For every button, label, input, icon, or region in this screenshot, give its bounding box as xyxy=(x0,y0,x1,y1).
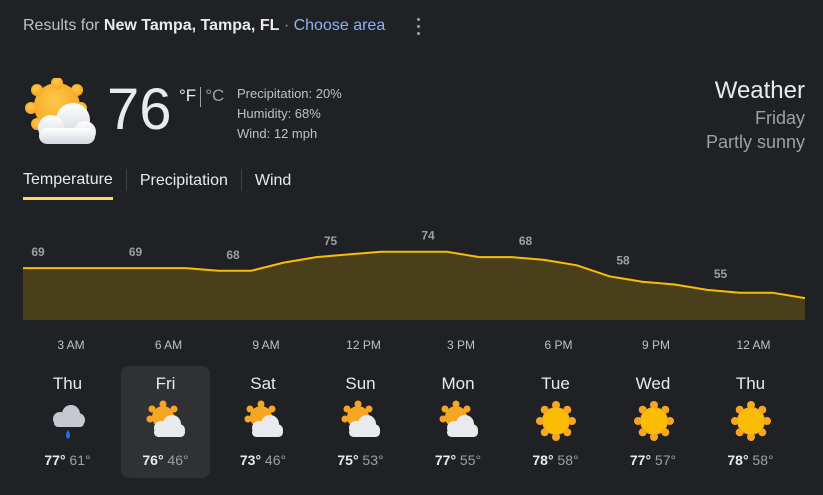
temperature-chart[interactable]: 69 69 68 75 74 68 58 55 3 AM 6 AM 9 AM 12 PM 3 PM 6 P… xyxy=(0,220,823,360)
wind-text: Wind: 12 mph xyxy=(237,126,318,141)
day-forecast-wed[interactable]: Wed 77° 57° xyxy=(609,366,698,478)
partly-sunny-icon xyxy=(25,78,96,144)
tab-divider xyxy=(125,169,127,191)
low-temp: 61° xyxy=(65,452,91,468)
weather-condition: Partly sunny xyxy=(705,132,805,152)
high-temp: 76° xyxy=(142,452,164,468)
showers-icon xyxy=(53,405,85,439)
weather-summary: Weather Friday Partly sunny xyxy=(706,76,805,154)
time-tick-label: 3 AM xyxy=(57,338,84,352)
low-temp: 55° xyxy=(456,452,482,468)
day-name: Sat xyxy=(250,374,276,393)
unit-toggle: °F °C xyxy=(179,86,224,107)
partly-sunny-icon xyxy=(439,400,478,437)
day-name: Thu xyxy=(735,374,766,393)
high-temp: 77° xyxy=(434,452,457,468)
day-temps: 77° 57° xyxy=(609,452,698,468)
low-temp: 53° xyxy=(358,452,384,468)
time-tick-label: 6 PM xyxy=(544,338,572,352)
weather-title: Weather xyxy=(714,77,805,104)
high-temp: 75° xyxy=(337,452,359,468)
day-forecast-tue[interactable]: Tue 78° 58° xyxy=(511,366,600,478)
time-tick-label: 9 AM xyxy=(252,338,279,352)
day-name: Sun xyxy=(345,374,376,393)
value-label: 68 xyxy=(226,248,240,262)
tab-temperature[interactable]: Temperature xyxy=(23,169,113,200)
chart-tabs: Temperature Precipitation Wind xyxy=(23,169,291,200)
tab-wind[interactable]: Wind xyxy=(255,170,291,200)
value-label: 75 xyxy=(324,234,338,248)
low-temp: 46° xyxy=(261,452,287,468)
high-temp: 77° xyxy=(44,452,66,468)
time-tick-label: 12 AM xyxy=(736,338,770,352)
low-temp: 46° xyxy=(163,452,189,468)
day-temps: 78° 58° xyxy=(511,452,600,468)
low-temp: 57° xyxy=(651,452,677,468)
tab-precipitation[interactable]: Precipitation xyxy=(140,170,228,200)
unit-divider xyxy=(200,86,202,107)
day-name: Tue xyxy=(541,374,570,393)
current-temperature: 76 xyxy=(107,77,172,142)
results-prefix: Results for xyxy=(23,17,100,34)
weather-details: Precipitation: 20% Humidity: 68% Wind: 1… xyxy=(237,84,342,144)
weather-day: Friday xyxy=(754,108,805,128)
daily-forecast: Thu 77° 61° Fri 76° 46° Sat 73° 46° Sun 75° 53°… xyxy=(18,366,818,478)
location-name: New Tampa, Tampa, FL xyxy=(103,17,280,34)
day-name: Wed xyxy=(635,374,671,393)
day-name: Mon xyxy=(441,374,475,393)
value-label: 55 xyxy=(714,267,728,281)
partly-sunny-icon xyxy=(244,400,283,437)
high-temp: 78° xyxy=(532,452,554,468)
day-temps: 76° 46° xyxy=(121,452,210,468)
day-name: Fri xyxy=(155,374,176,393)
results-header: Results for New Tampa, Tampa, FL · Choos… xyxy=(23,17,385,35)
day-forecast-sat[interactable]: Sat 73° 46° xyxy=(219,366,308,478)
more-options-icon[interactable] xyxy=(410,14,426,38)
day-forecast-fri[interactable]: Fri 76° 46° xyxy=(121,366,210,478)
day-forecast-sun[interactable]: Sun 75° 53° xyxy=(316,366,405,478)
celsius-toggle[interactable]: °C xyxy=(205,86,224,105)
precipitation-text: Precipitation: 20% xyxy=(237,86,342,101)
day-temps: 73° 46° xyxy=(219,452,308,468)
choose-area-link[interactable]: Choose area xyxy=(294,17,386,34)
humidity-text: Humidity: 68% xyxy=(237,106,321,121)
value-label: 69 xyxy=(129,245,143,259)
day-forecast-mon[interactable]: Mon 77° 55° xyxy=(414,366,503,478)
sunny-icon xyxy=(536,401,576,441)
tab-divider xyxy=(240,169,242,191)
sunny-icon xyxy=(633,401,674,441)
time-tick-label: 9 PM xyxy=(642,338,670,352)
value-label: 58 xyxy=(616,253,630,267)
low-temp: 58° xyxy=(553,452,579,468)
value-label: 68 xyxy=(519,234,533,248)
day-temps: 75° 53° xyxy=(316,452,405,468)
value-label: 74 xyxy=(421,229,435,243)
high-temp: 77° xyxy=(629,452,652,468)
sunny-icon xyxy=(731,401,771,441)
high-temp: 78° xyxy=(727,452,749,468)
fahrenheit-toggle[interactable]: °F xyxy=(179,86,196,105)
day-temps: 77° 55° xyxy=(414,452,503,468)
day-forecast-thu[interactable]: Thu 78° 58° xyxy=(706,366,795,478)
day-temps: 78° 58° xyxy=(706,452,795,468)
day-temps: 77° 61° xyxy=(23,452,112,468)
value-label: 69 xyxy=(31,245,45,259)
time-tick-label: 6 AM xyxy=(155,338,182,352)
high-temp: 73° xyxy=(239,452,262,468)
partly-sunny-icon xyxy=(341,400,380,437)
time-tick-label: 12 PM xyxy=(346,338,381,352)
day-name: Thu xyxy=(52,374,83,393)
time-tick-label: 3 PM xyxy=(447,338,475,352)
day-forecast-thu[interactable]: Thu 77° 61° xyxy=(23,366,112,478)
low-temp: 58° xyxy=(748,452,774,468)
partly-sunny-icon xyxy=(146,400,185,437)
separator-dot: · xyxy=(283,17,290,34)
